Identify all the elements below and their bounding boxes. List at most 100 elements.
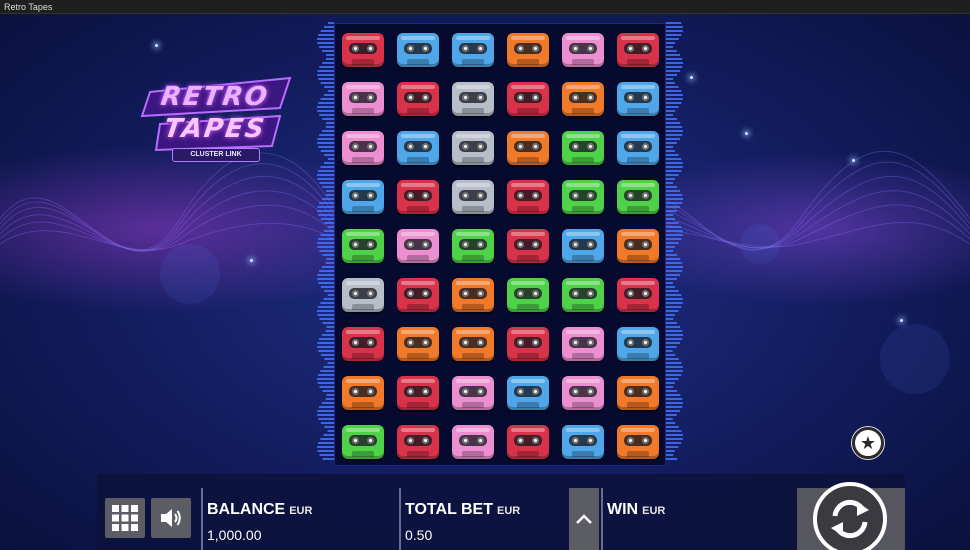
reel-symbol-green-tape [336, 419, 390, 467]
logo-subtitle: TAPES [162, 114, 268, 144]
cassette-icon [341, 326, 384, 361]
cassette-icon [396, 228, 439, 263]
cassette-icon [561, 375, 604, 410]
cassette-icon [506, 179, 549, 214]
cassette-icon [396, 277, 439, 312]
cassette-icon [506, 326, 549, 361]
balance-label-text: BALANCE [207, 501, 286, 518]
reel-symbol-green-tape [336, 223, 390, 271]
reel-symbol-blue-tape [391, 125, 445, 173]
cassette-icon [561, 326, 604, 361]
sparkle [155, 44, 158, 47]
reel-grid [335, 24, 665, 465]
cassette-icon [396, 81, 439, 116]
cassette-icon [341, 228, 384, 263]
win-currency: EUR [642, 505, 666, 517]
star-icon: ★ [859, 433, 877, 453]
cassette-icon [616, 424, 659, 459]
reel-symbol-red-tape [336, 27, 390, 75]
reel-symbol-green-tape [556, 125, 610, 173]
window-title: Retro Tapes [4, 2, 53, 12]
sparkle [852, 159, 855, 162]
cassette-icon [451, 32, 494, 67]
cassette-icon [561, 32, 604, 67]
reel-symbol-orange-tape [391, 321, 445, 369]
favorite-button[interactable]: ★ [852, 427, 884, 459]
equalizer-left [317, 22, 334, 460]
control-panel: BALANCE EUR 1,000.00 TOTAL BET EUR 0.50 WI… [97, 474, 905, 550]
window-titlebar: Retro Tapes [0, 0, 970, 14]
bokeh-light [880, 324, 950, 394]
reel-symbol-orange-tape [611, 419, 665, 467]
logo-tag: CLUSTER LINK [172, 148, 260, 162]
logo-title: RETRO [159, 82, 271, 112]
refresh-icon [831, 499, 869, 539]
cassette-icon [616, 130, 659, 165]
chevron-up-icon [576, 514, 592, 524]
reel-symbol-red-tape [391, 370, 445, 418]
panel-divider [399, 488, 401, 550]
cassette-icon [616, 81, 659, 116]
reel-symbol-red-tape [391, 272, 445, 320]
reel-symbol-red-tape [501, 174, 555, 222]
cassette-icon [341, 32, 384, 67]
cassette-icon [396, 326, 439, 361]
reel-symbol-red-tape [501, 223, 555, 271]
reel-symbol-grey-tape [446, 125, 500, 173]
win-label: WIN EUR [607, 501, 665, 519]
cassette-icon [561, 228, 604, 263]
total-bet-label-text: TOTAL BET [405, 501, 493, 518]
reel-symbol-blue-tape [556, 223, 610, 271]
cassette-icon [506, 228, 549, 263]
sound-button[interactable] [151, 498, 191, 538]
reel-symbol-red-tape [391, 76, 445, 124]
cassette-icon [341, 277, 384, 312]
reel-symbol-blue-tape [336, 174, 390, 222]
sparkle [690, 76, 693, 79]
cassette-icon [396, 375, 439, 410]
reel-symbol-red-tape [611, 27, 665, 75]
reel-symbol-blue-tape [611, 321, 665, 369]
cassette-icon [506, 277, 549, 312]
total-bet-currency: EUR [497, 505, 521, 517]
cassette-icon [561, 130, 604, 165]
cassette-icon [561, 424, 604, 459]
reel-symbol-red-tape [611, 272, 665, 320]
cassette-icon [561, 81, 604, 116]
reel-symbol-green-tape [446, 223, 500, 271]
cassette-icon [616, 326, 659, 361]
grid-menu-icon [112, 505, 138, 531]
cassette-icon [341, 424, 384, 459]
reel-symbol-grey-tape [336, 272, 390, 320]
bokeh-light [740, 224, 780, 264]
bet-up-button[interactable] [569, 488, 599, 550]
cassette-icon [616, 277, 659, 312]
reel-symbol-red-tape [391, 174, 445, 222]
cassette-icon [396, 32, 439, 67]
cassette-icon [341, 130, 384, 165]
reel-symbol-blue-tape [611, 76, 665, 124]
reel-symbol-green-tape [556, 174, 610, 222]
reel-symbol-grey-tape [446, 76, 500, 124]
total-bet-label: TOTAL BET EUR [405, 501, 520, 519]
menu-button[interactable] [105, 498, 145, 538]
game-logo: RETRO TAPES CLUSTER LINK [130, 64, 300, 174]
reel-symbol-orange-tape [611, 223, 665, 271]
panel-divider [201, 488, 203, 550]
cassette-icon [341, 179, 384, 214]
reel-symbol-pink-tape [446, 370, 500, 418]
cassette-icon [506, 81, 549, 116]
sparkle [250, 259, 253, 262]
reel-symbol-pink-tape [446, 419, 500, 467]
spin-button[interactable] [813, 482, 887, 550]
cassette-icon [506, 32, 549, 67]
sparkle [745, 132, 748, 135]
cassette-icon [341, 81, 384, 116]
reel-symbol-red-tape [501, 76, 555, 124]
cassette-icon [396, 130, 439, 165]
reel-symbol-green-tape [501, 272, 555, 320]
reel-symbol-red-tape [501, 419, 555, 467]
cassette-icon [396, 424, 439, 459]
reel-symbol-red-tape [501, 321, 555, 369]
sparkle [900, 319, 903, 322]
